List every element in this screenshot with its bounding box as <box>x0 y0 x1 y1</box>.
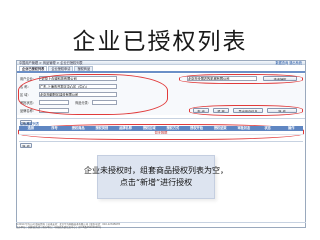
app-window: 中国用户管理 > 商品管理 > 企业已授权列表 数据查询 退出系统 企业已授权列… <box>16 60 306 228</box>
footer: ©2014 华为公司 版权所有 | 技术支持：北京华为网络技术有限公司 | 联系… <box>16 222 306 230</box>
app-top-bar: 中国用户管理 > 商品管理 > 企业已授权列表 数据查询 退出系统 <box>17 61 305 65</box>
highlight-oval-company <box>179 74 303 84</box>
empty-message: 暂无数据 <box>154 131 168 134</box>
breadcrumb: 中国用户管理 > 商品管理 > 企业已授权列表 <box>19 61 83 65</box>
slide-title: 企业已授权列表 <box>72 29 248 55</box>
callout-note: 企业未授权时，组套商品授权列表为空， 点击“新增”进行授权 <box>84 155 228 199</box>
table-empty-row: 暂无数据 <box>19 131 303 135</box>
add-button-bottom[interactable]: 新 增 <box>20 143 32 148</box>
divider <box>19 141 303 142</box>
footer-line-2: 主办单位：国家商务部 | 承办单位：中国商务部信息中心 | 京ICP备05000… <box>16 226 102 229</box>
callout-line-2: 点击“新增”进行授权 <box>119 178 193 187</box>
tab-underline <box>17 71 305 73</box>
callout-line-1: 企业未授权时，组套商品授权列表为空， <box>84 166 228 175</box>
highlight-oval-form <box>18 74 168 115</box>
search-form: 用户企业： *北京上合城科技有限公司 名 称： 广东-上海市开发区中心区（中心）… <box>17 74 305 116</box>
highlight-oval-buttons <box>189 105 303 116</box>
top-right-links[interactable]: 数据查询 退出系统 <box>275 61 302 65</box>
